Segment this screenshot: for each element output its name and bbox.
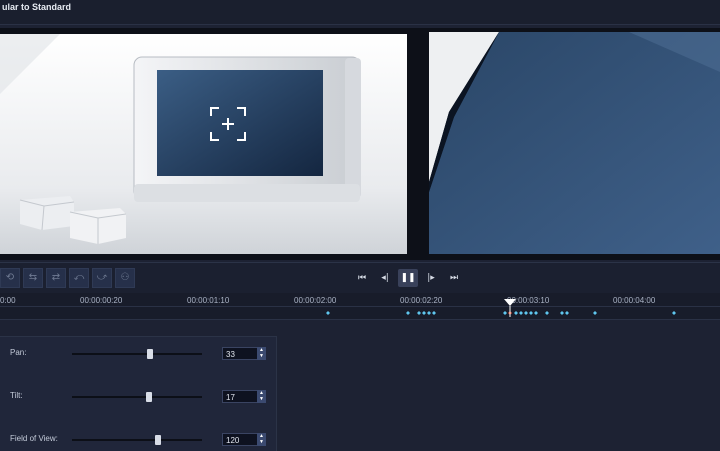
fov-slider-thumb[interactable] (154, 435, 161, 445)
empty-panel-area (277, 320, 720, 450)
keyframe-track[interactable] (0, 293, 720, 319)
properties-panel: Pan: 33 ▲ ▼ Tilt: 17 ▲ ▼ Field of View: 12… (0, 336, 277, 451)
rotate-icon[interactable]: ⟲ (0, 268, 20, 288)
tilt-label: Tilt: (10, 391, 23, 400)
cube-left (19, 196, 75, 231)
output-preview[interactable] (429, 32, 720, 254)
merge-icon[interactable]: ⤺ (69, 268, 89, 288)
pause-button[interactable]: ❚❚ (398, 269, 418, 287)
window-title: ular to Standard (2, 2, 72, 12)
tilt-row: Tilt: 17 ▲ ▼ (0, 387, 276, 407)
keyframe-marker (326, 311, 330, 315)
keyframe-marker (672, 311, 676, 315)
keyframe-marker (519, 311, 523, 315)
source-preview[interactable] (0, 34, 407, 254)
keyframe-marker (422, 311, 426, 315)
fov-label: Field of View: (10, 434, 58, 443)
keyframe-marker (406, 311, 410, 315)
next-frame-button[interactable]: |▸ (421, 269, 441, 287)
fov-value-input[interactable]: 120 (222, 433, 258, 446)
tilt-value-input[interactable]: 17 (222, 390, 258, 403)
tilt-slider[interactable] (72, 392, 202, 402)
group-icon[interactable]: ⚇ (115, 268, 135, 288)
playback-toolbar: ⟲ ⇆ ⇄ ⤺ ⤻ ⚇ ⏮ ◂| ❚❚ |▸ ⏭ (0, 262, 720, 293)
keyframe-marker (432, 311, 436, 315)
go-to-end-button[interactable]: ⏭ (444, 269, 464, 287)
cube-right (69, 208, 127, 244)
keyframe-marker (503, 311, 507, 315)
keyframe-marker (417, 311, 421, 315)
fov-slider[interactable] (72, 435, 202, 445)
output-preview-image (429, 32, 720, 254)
playhead-marker[interactable] (504, 299, 516, 317)
pan-row: Pan: 33 ▲ ▼ (0, 344, 276, 364)
pan-spinner[interactable]: ▲ ▼ (257, 347, 266, 360)
tilt-spinner[interactable]: ▲ ▼ (257, 390, 266, 403)
timeline-ruler[interactable]: 0:00 00:00:00:20 00:00:01:10 00:00:02:00… (0, 293, 720, 320)
transport-controls: ⏮ ◂| ❚❚ |▸ ⏭ (352, 269, 467, 287)
keyframe-marker (529, 311, 533, 315)
source-preview-image (0, 34, 407, 254)
tilt-slider-thumb[interactable] (145, 392, 152, 402)
pan-slider[interactable] (72, 349, 202, 359)
flip-icon[interactable]: ⇆ (23, 268, 43, 288)
pan-slider-thumb[interactable] (147, 349, 153, 359)
preview-area (0, 28, 720, 260)
split-icon[interactable]: ⇄ (46, 268, 66, 288)
keyframe-marker (524, 311, 528, 315)
keyframe-marker (427, 311, 431, 315)
title-bar: ular to Standard (0, 0, 720, 25)
keyframe-marker (565, 311, 569, 315)
keyframe-marker (534, 311, 538, 315)
keyframe-marker (560, 311, 564, 315)
go-to-start-button[interactable]: ⏮ (352, 269, 372, 287)
keyframe-marker (593, 311, 597, 315)
fov-spinner[interactable]: ▲ ▼ (257, 433, 266, 446)
pan-label: Pan: (10, 348, 27, 357)
pan-value-input[interactable]: 33 (222, 347, 258, 360)
trim-icon[interactable]: ⤻ (92, 268, 112, 288)
keyframe-marker (514, 311, 518, 315)
edit-tools: ⟲ ⇆ ⇄ ⤺ ⤻ ⚇ (0, 268, 138, 288)
previous-frame-button[interactable]: ◂| (375, 269, 395, 287)
fov-row: Field of View: 120 ▲ ▼ (0, 430, 276, 450)
keyframe-marker (545, 311, 549, 315)
